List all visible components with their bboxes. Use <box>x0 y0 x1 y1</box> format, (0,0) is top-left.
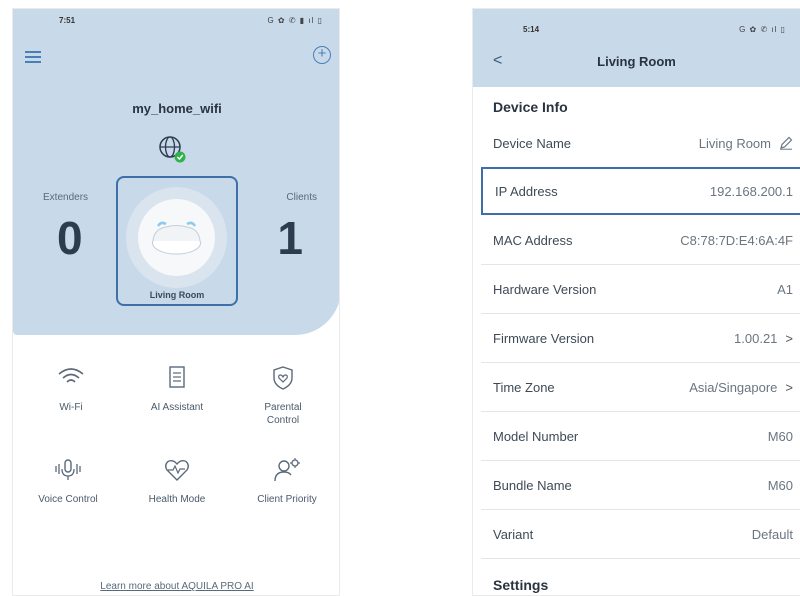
extenders-label: Extenders <box>43 192 89 203</box>
row-bundle-name[interactable]: Bundle Name M60 <box>481 461 800 510</box>
chevron-right-icon: > <box>785 380 793 395</box>
device-label: Living Room <box>149 290 205 300</box>
chevron-right-icon: > <box>785 331 793 346</box>
section-title-settings: Settings <box>493 577 549 593</box>
learn-more-link[interactable]: Learn more about AQUILA PRO AI <box>13 581 339 592</box>
status-time: 7:51 <box>59 16 76 25</box>
row-label: IP Address <box>495 184 558 199</box>
pencil-icon[interactable] <box>779 136 793 150</box>
row-value: Living Room <box>699 136 793 151</box>
living-room-device-card[interactable]: Living Room <box>116 176 238 306</box>
row-device-name[interactable]: Device Name Living Room <box>481 119 800 168</box>
row-model-number[interactable]: Model Number M60 <box>481 412 800 461</box>
row-value: M60 <box>767 478 793 493</box>
status-icons: G ✿ ✆ ▮ ıl ▯ <box>267 16 323 25</box>
tile-label: Client Priority <box>257 494 317 505</box>
row-variant[interactable]: Variant Default <box>481 510 800 559</box>
row-hardware-version[interactable]: Hardware Version A1 <box>481 265 800 314</box>
device-detail-screen: 5:14 G ✿ ✆ ıl ▯ < Living Room Device Inf… <box>472 8 800 596</box>
add-circle-icon[interactable]: + <box>313 46 331 64</box>
row-value: M60 <box>767 429 793 444</box>
tile-label: Health Mode <box>148 494 206 505</box>
status-time: 5:14 <box>523 25 540 34</box>
row-mac-address[interactable]: MAC Address C8:78:7D:E4:6A:4F <box>481 216 800 265</box>
clients-label: Clients <box>286 192 317 203</box>
voice-icon <box>55 459 81 480</box>
row-label: MAC Address <box>493 233 573 248</box>
heart-pulse-icon <box>165 459 189 481</box>
device-info-list: Device Info Device Name Living Room IP A… <box>473 87 800 595</box>
row-value: C8:78:7D:E4:6A:4F <box>680 233 793 248</box>
tile-client-priority[interactable]: Client Priority <box>233 457 339 506</box>
status-icons: G ✿ ✆ ıl ▯ <box>739 25 786 34</box>
row-value: 1.00.21 > <box>734 331 793 346</box>
row-value: 192.168.200.1 <box>709 184 793 199</box>
network-panel: 7:51 G ✿ ✆ ▮ ıl ▯ + my_home_wifi Extende… <box>13 9 339 335</box>
tile-parental-control[interactable]: Parental Control <box>233 365 333 427</box>
hamburger-menu-icon[interactable] <box>25 51 41 63</box>
network-name: my_home_wifi <box>132 101 222 116</box>
row-label: Device Name <box>493 136 572 151</box>
row-value: Asia/Singapore > <box>689 380 793 395</box>
row-label: Variant <box>493 527 534 542</box>
tile-label: Voice Control <box>38 494 98 505</box>
tile-wifi[interactable]: Wi-Fi <box>21 365 121 414</box>
row-time-zone[interactable]: Time Zone Asia/Singapore > <box>481 363 800 412</box>
device-image <box>138 199 215 276</box>
wifi-icon <box>58 368 84 383</box>
row-label: Bundle Name <box>493 478 572 493</box>
page-title: Living Room <box>597 54 676 69</box>
tile-ai-assistant[interactable]: AI Assistant <box>127 365 227 414</box>
tile-health-mode[interactable]: Health Mode <box>127 457 227 506</box>
shield-heart-icon <box>273 366 293 390</box>
row-firmware-version[interactable]: Firmware Version 1.00.21 > <box>481 314 800 363</box>
tile-label: AI Assistant <box>150 402 204 413</box>
row-label: Hardware Version <box>493 282 597 297</box>
row-label: Model Number <box>493 429 579 444</box>
tile-label: Parental Control <box>264 402 302 426</box>
device-halo <box>126 187 227 288</box>
document-icon <box>169 366 185 388</box>
row-value: Default <box>751 527 793 542</box>
clients-count[interactable]: 1 <box>277 211 303 265</box>
tile-label: Wi-Fi <box>59 402 83 413</box>
row-value: A1 <box>777 282 793 297</box>
status-bar: 7:51 G ✿ ✆ ▮ ıl ▯ <box>13 9 339 35</box>
row-ip-address[interactable]: IP Address 192.168.200.1 <box>481 167 800 215</box>
extenders-count[interactable]: 0 <box>57 211 83 265</box>
row-label: Time Zone <box>493 380 555 395</box>
row-label: Firmware Version <box>493 331 595 346</box>
section-title-device-info: Device Info <box>493 99 568 115</box>
home-screen: 7:51 G ✿ ✆ ▮ ıl ▯ + my_home_wifi Extende… <box>12 8 340 596</box>
header-bar: 5:14 G ✿ ✆ ıl ▯ < Living Room <box>473 9 800 87</box>
globe-connected-icon[interactable] <box>157 134 187 164</box>
router-icon <box>152 221 201 255</box>
tile-voice-control[interactable]: Voice Control <box>13 457 123 506</box>
client-gear-icon <box>274 458 300 482</box>
